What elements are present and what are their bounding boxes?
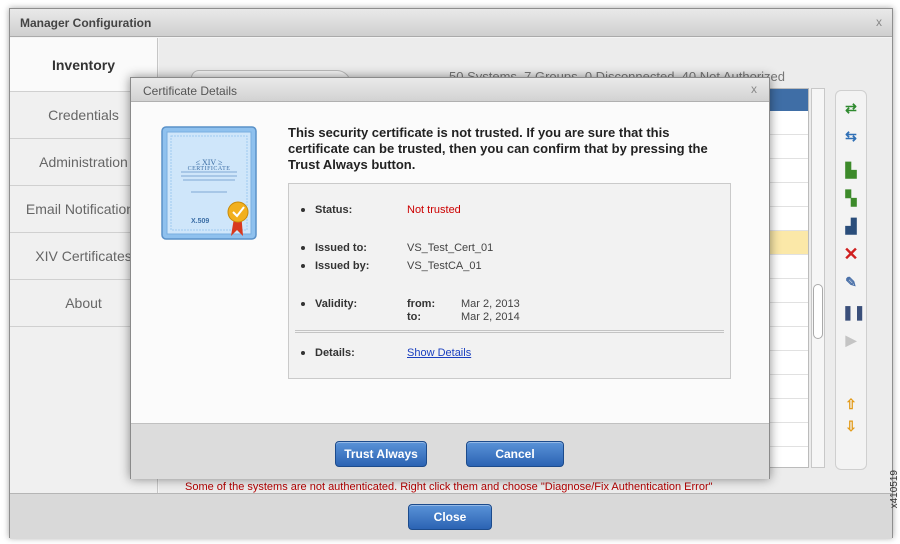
certificate-icon: ≤ XIV ≥ CERTIFICATE X.509: [161, 126, 259, 242]
certificate-details-box: Status: Not trusted Issued to: VS_Test_C…: [288, 183, 731, 379]
details-separator: [295, 330, 724, 333]
add-system-icon[interactable]: ▙: [842, 161, 860, 179]
delete-icon[interactable]: ✕: [842, 245, 860, 263]
sidebar-item-label: Administration: [39, 154, 128, 170]
sidebar-item-label: XIV Certificates: [35, 248, 132, 264]
sidebar-item-label: Credentials: [48, 107, 119, 123]
bullet-icon: [301, 302, 305, 306]
window-close-icon[interactable]: x: [876, 15, 882, 29]
sidebar-item-label: Inventory: [51, 56, 115, 73]
bullet-icon: [301, 208, 305, 212]
window-titlebar: Manager Configuration x: [10, 9, 892, 37]
authentication-warning: Some of the systems are not authenticate…: [185, 481, 713, 493]
table-scrollbar[interactable]: [811, 88, 825, 468]
certificate-image-type: X.509: [191, 218, 210, 225]
pause-icon[interactable]: ❚❚: [842, 303, 865, 321]
sidebar-item-label: Email Notifications: [25, 201, 142, 217]
move-up-icon[interactable]: ⇧: [842, 395, 860, 413]
trust-message: This security certificate is not trusted…: [288, 125, 708, 172]
certificate-image-caption: CERTIFICATE: [187, 166, 231, 172]
figure-id: x410519: [889, 470, 900, 509]
details-label: Details:: [315, 347, 355, 359]
window-footer: Close: [10, 493, 892, 539]
dialog-title: Certificate Details: [143, 84, 238, 98]
move-down-icon[interactable]: ⇩: [842, 417, 860, 435]
validity-to-label: to:: [407, 311, 422, 323]
issued-by-label: Issued by:: [315, 260, 370, 272]
sidebar-item-label: About: [65, 295, 102, 311]
edit-icon[interactable]: ✎: [842, 273, 860, 291]
dialog-footer: Trust Always Cancel: [131, 423, 769, 479]
window-title: Manager Configuration: [20, 16, 152, 30]
bullet-icon: [301, 246, 305, 250]
issued-by-value: VS_TestCA_01: [407, 260, 482, 272]
sync-alt-icon[interactable]: ⇆: [842, 127, 860, 145]
dialog-titlebar: Certificate Details x: [131, 78, 769, 102]
status-label: Status:: [315, 204, 353, 216]
validity-from-value: Mar 2, 2013: [461, 298, 520, 310]
validity-label: Validity:: [315, 298, 358, 310]
inventory-toolbar: ⇄ ⇆ ▙ ▚ ▟ ✕ ✎ ❚❚ ▶ ⇧ ⇩: [835, 90, 867, 470]
validity-to-value: Mar 2, 2014: [461, 311, 520, 323]
bullet-icon: [301, 351, 305, 355]
close-button[interactable]: Close: [408, 504, 492, 530]
trust-always-button[interactable]: Trust Always: [335, 441, 427, 467]
play-icon[interactable]: ▶: [842, 331, 860, 349]
status-value: Not trusted: [407, 204, 461, 216]
sync-icon[interactable]: ⇄: [842, 99, 860, 117]
cancel-button[interactable]: Cancel: [466, 441, 564, 467]
issued-to-value: VS_Test_Cert_01: [407, 242, 494, 254]
add-group-icon[interactable]: ▚: [842, 189, 860, 207]
dialog-close-icon[interactable]: x: [751, 82, 757, 96]
show-details-link[interactable]: Show Details: [407, 347, 471, 359]
scrollbar-thumb[interactable]: [813, 284, 823, 339]
certificate-details-dialog: Certificate Details x ≤ XIV ≥ CERTIFICAT…: [130, 77, 770, 479]
issued-to-label: Issued to:: [315, 242, 367, 254]
bullet-icon: [301, 264, 305, 268]
copy-icon[interactable]: ▟: [842, 217, 860, 235]
validity-from-label: from:: [407, 298, 436, 310]
